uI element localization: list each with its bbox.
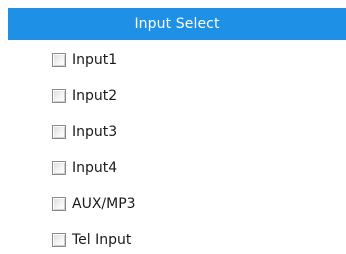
input-option-input4[interactable]: Input4 <box>52 150 332 186</box>
checkbox-label: Input3 <box>72 124 118 140</box>
input-select-panel: Input Select Input1 Input2 Input3 Input4… <box>0 0 346 254</box>
checkbox-label: Tel Input <box>72 232 132 248</box>
checkbox-tel-input[interactable] <box>52 233 66 247</box>
checkbox-label: Input2 <box>72 88 118 104</box>
input-checkbox-list: Input1 Input2 Input3 Input4 AUX/MP3 Tel … <box>52 42 332 254</box>
panel-header: Input Select <box>8 8 346 40</box>
input-option-input2[interactable]: Input2 <box>52 78 332 114</box>
panel-title: Input Select <box>134 16 220 32</box>
checkbox-label: Input1 <box>72 52 118 68</box>
checkbox-aux-mp3[interactable] <box>52 197 66 211</box>
checkbox-label: Input4 <box>72 160 118 176</box>
checkbox-input1[interactable] <box>52 53 66 67</box>
checkbox-label: AUX/MP3 <box>72 196 136 212</box>
input-option-tel-input[interactable]: Tel Input <box>52 222 332 254</box>
input-option-input1[interactable]: Input1 <box>52 42 332 78</box>
input-option-input3[interactable]: Input3 <box>52 114 332 150</box>
checkbox-input3[interactable] <box>52 125 66 139</box>
input-option-aux-mp3[interactable]: AUX/MP3 <box>52 186 332 222</box>
checkbox-input4[interactable] <box>52 161 66 175</box>
checkbox-input2[interactable] <box>52 89 66 103</box>
